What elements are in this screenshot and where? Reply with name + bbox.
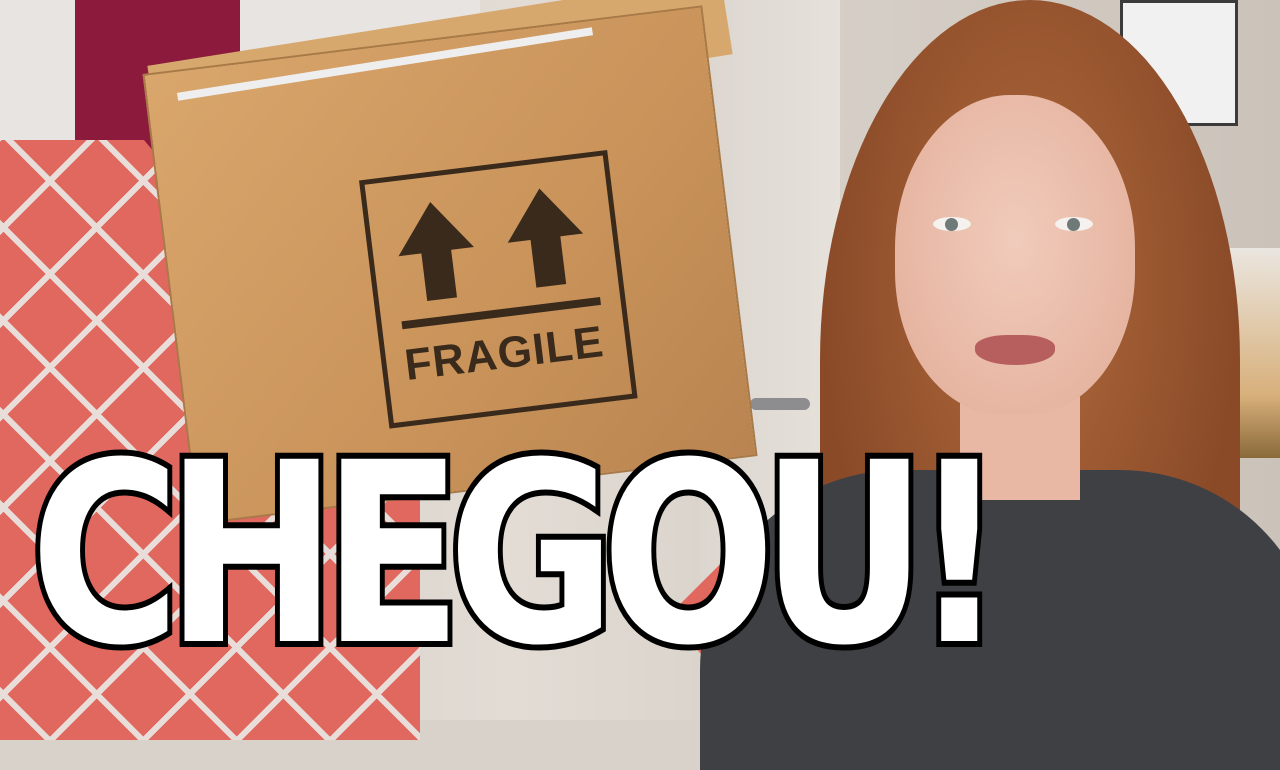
up-arrow-icon [501,183,584,243]
fragile-label: FRAGILE [359,149,638,429]
eye [933,217,971,231]
mouth [975,335,1055,365]
fragile-text: FRAGILE [401,317,607,391]
headline-text: CHEGOU! [25,409,1011,700]
eye [1055,217,1093,231]
person-face [895,95,1135,415]
up-arrow-icon [392,197,474,257]
